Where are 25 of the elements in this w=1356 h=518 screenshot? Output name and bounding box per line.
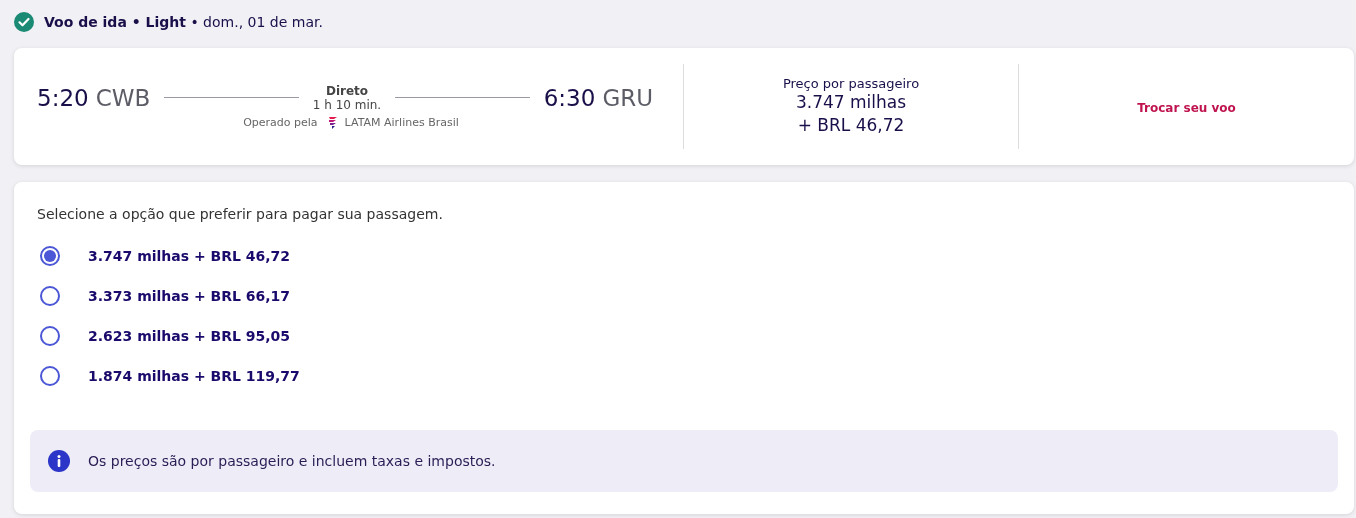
price-cash: + BRL 46,72 xyxy=(796,114,906,137)
option-label[interactable]: 3.373 milhas + BRL 66,17 xyxy=(88,288,291,304)
price-miles: 3.747 milhas xyxy=(794,91,908,114)
airline-name: LATAM Airlines Brasil xyxy=(344,116,459,129)
option-label[interactable]: 2.623 milhas + BRL 95,05 xyxy=(88,328,291,344)
radio-button[interactable] xyxy=(40,246,60,266)
radio-button[interactable] xyxy=(40,326,60,346)
operated-label: Operado pela xyxy=(243,116,318,129)
airport-code: CWB xyxy=(95,84,151,111)
radio-button[interactable] xyxy=(40,366,60,386)
departure-time: 5:20 xyxy=(37,84,89,111)
flight-summary: Voo de ida • Light • dom., 01 de mar. xyxy=(44,14,323,30)
airport-code: GRU xyxy=(602,84,653,111)
stops-label: Direto xyxy=(324,83,370,98)
payment-prompt: Selecione a opção que preferir para pagar sua passagem. xyxy=(37,206,444,222)
notice-text: Os preços são por passageiro e incluem taxas e impostos. xyxy=(88,453,496,469)
change-flight-link[interactable]: Trocar seu voo xyxy=(1137,101,1236,115)
airline-logo-icon xyxy=(327,115,339,130)
radio-button[interactable] xyxy=(40,286,60,306)
option-label[interactable]: 1.874 milhas + BRL 119,77 xyxy=(88,368,300,384)
price-label: Preço por passageiro xyxy=(781,76,921,91)
info-icon xyxy=(48,450,70,472)
option-label[interactable]: 3.747 milhas + BRL 46,72 xyxy=(88,248,291,264)
arrival-time: 6:30 xyxy=(543,84,596,111)
duration-text: 1 h 10 min. xyxy=(312,97,382,112)
